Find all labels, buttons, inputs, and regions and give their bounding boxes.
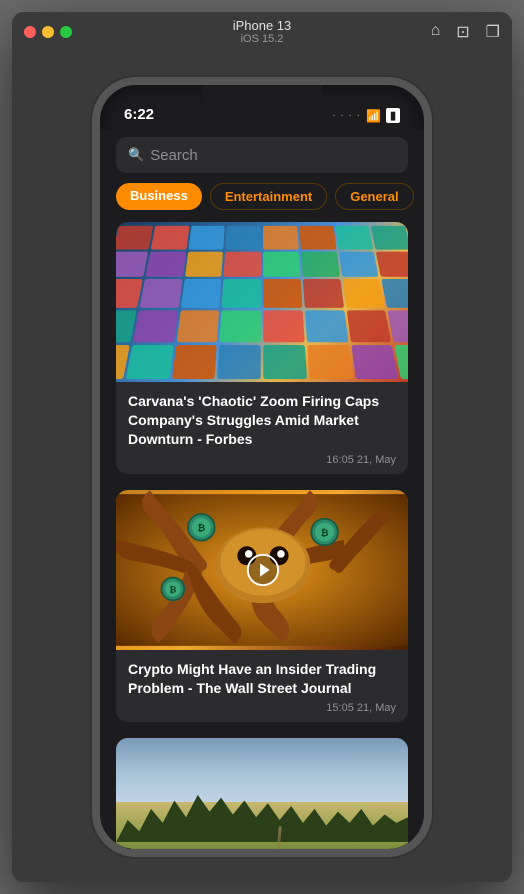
mac-window: iPhone 13 iOS 15.2 ⌂ ⊡ ❐ 6:22 · · · · 📶 … (12, 12, 512, 882)
copy-icon[interactable]: ❐ (486, 22, 500, 42)
search-icon: 🔍 (128, 147, 144, 163)
news-card-2[interactable]: ₿ ₿ ₿ (116, 490, 408, 723)
search-container: 🔍 Search (100, 129, 424, 183)
news-card-1[interactable]: Carvana's 'Chaotic' Zoom Firing Caps Com… (116, 222, 408, 474)
traffic-lights (24, 26, 72, 38)
close-button[interactable] (24, 26, 36, 38)
phone-screen[interactable]: 🔍 Search Business Entertainment General (100, 129, 424, 849)
phone-container: 6:22 · · · · 📶 ▮ 🔍 Search (12, 52, 512, 882)
home-icon[interactable]: ⌂ (431, 22, 441, 42)
tab-general[interactable]: General (335, 183, 413, 210)
svg-text:₿: ₿ (321, 528, 329, 539)
news-title-1: Carvana's 'Chaotic' Zoom Firing Caps Com… (128, 392, 396, 449)
news-card-3[interactable]: Can meat-free nuggets challenge chicken … (116, 738, 408, 849)
signal-icon: · · · · (332, 110, 361, 121)
window-toolbar: ⌂ ⊡ ❐ (431, 22, 500, 42)
search-bar[interactable]: 🔍 Search (116, 137, 408, 173)
status-icons: · · · · 📶 ▮ (332, 108, 400, 123)
status-time: 6:22 (124, 106, 154, 123)
svg-text:₿: ₿ (169, 584, 176, 594)
mac-titlebar: iPhone 13 iOS 15.2 ⌂ ⊡ ❐ (12, 12, 512, 52)
news-image-3 (116, 738, 408, 849)
window-title: iPhone 13 iOS 15.2 (233, 18, 292, 47)
category-tabs: Business Entertainment General (100, 183, 424, 222)
camera-icon[interactable]: ⊡ (456, 22, 469, 42)
news-caption-2: Crypto Might Have an Insider Trading Pro… (116, 650, 408, 723)
car-grid (116, 222, 408, 382)
minimize-button[interactable] (42, 26, 54, 38)
tab-business[interactable]: Business (116, 183, 202, 210)
news-image-2: ₿ ₿ ₿ (116, 490, 408, 650)
tab-entertainment[interactable]: Entertainment (210, 183, 327, 210)
maximize-button[interactable] (60, 26, 72, 38)
news-title-2: Crypto Might Have an Insider Trading Pro… (128, 660, 396, 698)
news-meta-2: 15:05 21, May (128, 702, 396, 714)
svg-text:₿: ₿ (197, 523, 205, 534)
wifi-icon: 📶 (366, 109, 381, 123)
search-placeholder: Search (150, 147, 198, 164)
phone-frame: 6:22 · · · · 📶 ▮ 🔍 Search (92, 77, 432, 857)
field-scene (116, 738, 408, 849)
news-meta-1: 16:05 21, May (128, 454, 396, 466)
phone-notch (202, 85, 322, 111)
news-caption-1: Carvana's 'Chaotic' Zoom Firing Caps Com… (116, 382, 408, 474)
octopus-illustration: ₿ ₿ ₿ (116, 490, 408, 650)
news-feed: Carvana's 'Chaotic' Zoom Firing Caps Com… (100, 222, 424, 849)
battery-icon: ▮ (386, 108, 400, 123)
news-image-1 (116, 222, 408, 382)
